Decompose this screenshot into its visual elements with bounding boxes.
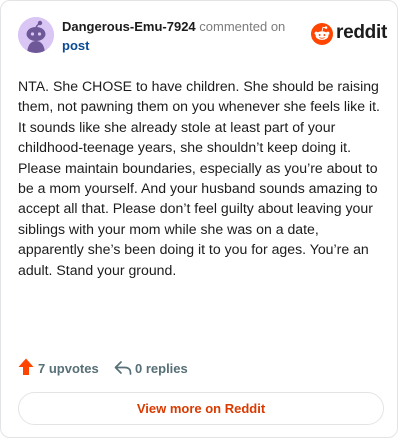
author-name[interactable]: Dangerous-Emu-7924 xyxy=(62,19,196,34)
comment-header: Dangerous-Emu-7924 commented on post xyxy=(62,17,285,55)
upvote-count: 7 upvotes xyxy=(38,361,99,376)
snoo-avatar-icon[interactable] xyxy=(18,17,54,53)
reply-arrow-icon[interactable] xyxy=(114,360,132,376)
reddit-wordmark: reddit xyxy=(336,22,387,43)
action-text: commented on xyxy=(199,19,286,34)
comment-body: NTA. She CHOSE to have children. She sho… xyxy=(18,78,380,278)
view-more-button[interactable]: View more on Reddit xyxy=(18,392,384,425)
reddit-logo-icon xyxy=(311,23,333,45)
post-link[interactable]: post xyxy=(62,38,89,53)
comment-embed-card: Dangerous-Emu-7924 commented on post red… xyxy=(0,0,398,438)
reply-count: 0 replies xyxy=(135,361,188,376)
upvote-arrow-icon[interactable] xyxy=(18,358,34,376)
